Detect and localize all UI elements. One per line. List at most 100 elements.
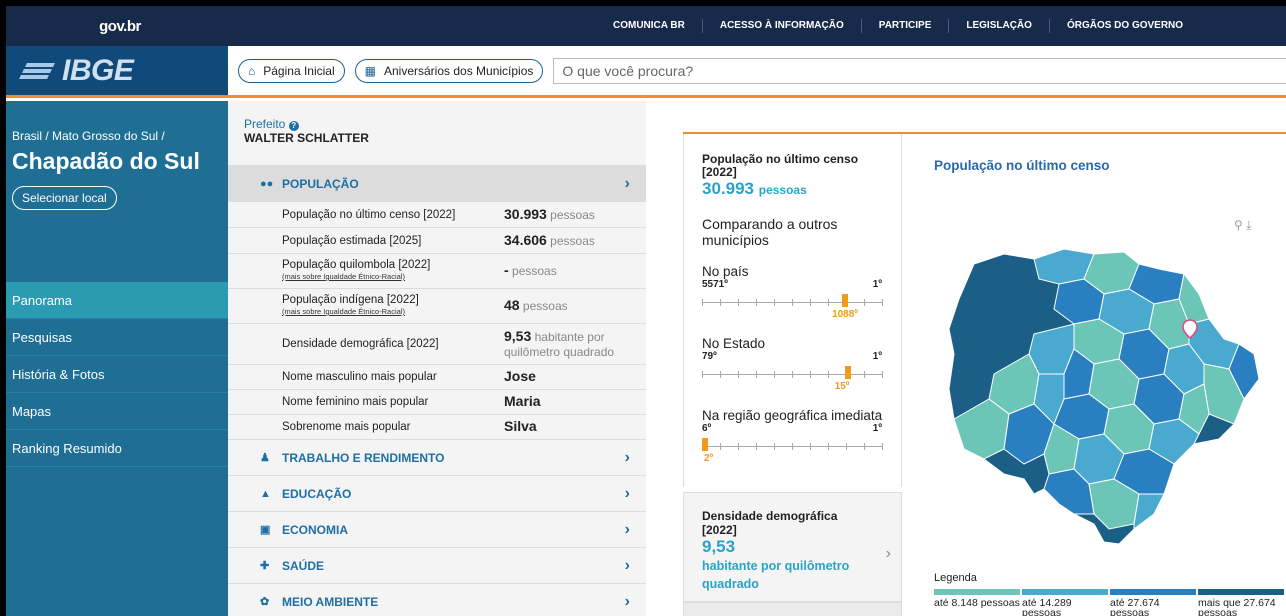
row-value: 34.606 pessoas: [504, 231, 595, 248]
chevron-right-icon: ›: [624, 520, 630, 538]
density-card[interactable]: Densidade demográfica [2022] 9,53 habita…: [683, 492, 902, 602]
next-card[interactable]: [683, 602, 902, 616]
table-row: Nome feminino mais popular Maria: [228, 389, 646, 414]
nav-acesso-informacao[interactable]: ACESSO À INFORMAÇÃO: [703, 19, 862, 33]
nav-orgaos-governo[interactable]: ÓRGÃOS DO GOVERNO: [1050, 19, 1200, 33]
row-label: Nome feminino mais popular: [282, 396, 429, 408]
row-value: 9,53 habitante por quilômetro quadrado: [504, 327, 615, 359]
nav-participe[interactable]: PARTICIPE: [862, 19, 950, 33]
chevron-right-icon: ›: [624, 556, 630, 574]
legend-item: até 27.674 pessoas: [1110, 589, 1196, 616]
rank-marker: [702, 438, 708, 451]
rank-worst: 6º: [702, 423, 712, 434]
section-label: ECONOMIA: [282, 522, 348, 537]
legend-item: mais que 27.674 pessoas: [1198, 589, 1284, 616]
rank-tick: [774, 371, 775, 378]
row-value: 30.993 pessoas: [504, 205, 595, 222]
anniversaries-button[interactable]: ▦ Aniversários dos Municípios: [354, 58, 544, 83]
gov-nav: COMUNICA BR ACESSO À INFORMAÇÃO PARTICIP…: [596, 19, 1200, 33]
legend-item: até 14.289 pessoas: [1022, 589, 1108, 616]
rank-best: 1º: [872, 279, 882, 290]
help-icon[interactable]: ?: [288, 121, 299, 131]
row-label: População no último censo [2022]: [282, 208, 456, 221]
legend-item: até 8.148 pessoas: [934, 589, 1020, 616]
row-label: População quilombola [2022] (mais sobre I…: [282, 259, 504, 283]
row-label: População indígena [2022] (mais sobre Igu…: [282, 294, 504, 318]
population-card: População no último censo [2022] 30.993 …: [683, 134, 902, 487]
table-row: População no último censo [2022] 30.993 …: [228, 201, 646, 227]
rank-label: No país: [702, 264, 749, 279]
nav-comunica-br[interactable]: COMUNICA BR: [596, 19, 703, 33]
rank-tick: [810, 299, 811, 306]
select-location-button[interactable]: Selecionar local: [12, 186, 117, 210]
search-input[interactable]: O que você procura?: [553, 57, 1286, 84]
more-link[interactable]: (mais sobre Igualdade Étnico-Racial): [282, 271, 504, 283]
sidebar-item-historia-fotos[interactable]: História & Fotos: [6, 356, 228, 393]
rank-tick: [882, 371, 883, 378]
choropleth-map[interactable]: [934, 224, 1284, 564]
rank-tick: [828, 371, 829, 378]
sidebar-item-mapas[interactable]: Mapas: [6, 393, 228, 430]
rank-best: 1º: [872, 351, 882, 362]
municipality: [1133, 493, 1165, 530]
section-populacao[interactable]: ●● POPULAÇÃO ›: [228, 165, 646, 201]
rank-tick: [738, 443, 739, 450]
home-button[interactable]: ⌂ Página Inicial: [238, 58, 345, 83]
rank-tick: [756, 371, 757, 378]
card-year: [2022]: [702, 165, 737, 179]
rank-tick: [774, 443, 775, 450]
rank-label: No Estado: [702, 336, 766, 351]
ibge-logo[interactable]: IBGE: [6, 46, 228, 95]
row-value: Silva: [504, 418, 537, 434]
nav-legislacao[interactable]: LEGISLAÇÃO: [949, 19, 1050, 33]
medical-kit-icon: ✚: [260, 560, 270, 572]
row-value: Jose: [504, 368, 536, 384]
rank-tick: [828, 443, 829, 450]
chevron-right-icon: ›: [624, 484, 630, 502]
rank-tick: [720, 371, 721, 378]
rank-tick: [756, 299, 757, 306]
ibge-wordmark: IBGE: [62, 53, 134, 87]
rank-worst: 79º: [702, 351, 717, 362]
rank-marker: [844, 366, 851, 379]
rank-best: 1º: [872, 423, 882, 434]
calendar-icon: ▦: [364, 63, 376, 78]
section-trabalho[interactable]: ♟ TRABALHO E RENDIMENTO ›: [228, 439, 646, 475]
chevron-right-icon: ›: [624, 592, 630, 610]
rank-position: 15º: [834, 381, 850, 392]
rank-tick: [792, 443, 793, 450]
rank-tick: [828, 299, 829, 306]
section-saude[interactable]: ✚ SAÚDE ›: [228, 547, 646, 583]
card-year: [2022]: [702, 523, 737, 537]
gov-bar: gov.br COMUNICA BR ACESSO À INFORMAÇÃO P…: [6, 6, 1286, 46]
mayor-name: WALTER SCHLATTER: [244, 131, 369, 145]
section-meio-ambiente[interactable]: ✿ MEIO AMBIENTE ›: [228, 583, 646, 616]
home-label: Página Inicial: [263, 63, 335, 78]
rank-tick: [756, 443, 757, 450]
row-value: 48 pessoas: [504, 297, 568, 314]
table-row: Densidade demográfica [2022] 9,53 habita…: [228, 323, 646, 364]
rank-tick: [792, 299, 793, 306]
rank-tick: [864, 371, 865, 378]
breadcrumb[interactable]: Brasil / Mato Grosso do Sul /: [6, 101, 228, 143]
section-educacao[interactable]: ▲ EDUCAÇÃO ›: [228, 475, 646, 511]
govbr-logo[interactable]: gov.br: [6, 18, 234, 35]
row-label: Densidade demográfica [2022]: [282, 338, 439, 350]
chevron-right-icon: ›: [624, 448, 630, 466]
more-link[interactable]: (mais sobre Igualdade Étnico-Racial): [282, 306, 504, 318]
graduation-cap-icon: ▲: [260, 487, 271, 500]
sidebar-item-pesquisas[interactable]: Pesquisas: [6, 319, 228, 356]
row-value: - pessoas: [504, 262, 557, 279]
card-unit: habitante por quilômetro quadrado: [702, 559, 850, 591]
section-label: MEIO AMBIENTE: [282, 594, 379, 609]
section-label: SAÚDE: [282, 558, 325, 573]
ibge-mark-icon: [19, 62, 58, 80]
anniversaries-label: Aniversários dos Municípios: [383, 63, 534, 78]
rank-tick: [720, 443, 721, 450]
worker-icon: ♟: [260, 452, 270, 464]
sidebar-item-ranking[interactable]: Ranking Resumido: [6, 430, 228, 467]
sidebar-item-panorama[interactable]: Panorama: [6, 282, 228, 319]
section-label: TRABALHO E RENDIMENTO: [282, 450, 445, 465]
section-economia[interactable]: ▣ ECONOMIA ›: [228, 511, 646, 547]
table-row: Nome masculino mais popular Jose: [228, 364, 646, 389]
